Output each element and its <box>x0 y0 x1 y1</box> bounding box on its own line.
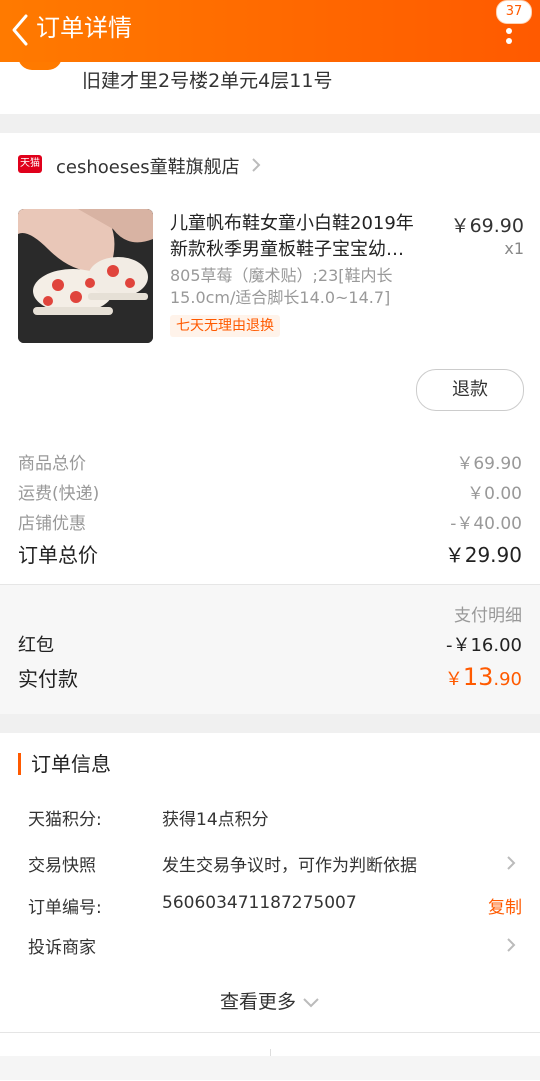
shop-name: ceshoeses童鞋旗舰店 <box>56 157 240 178</box>
product-price: ￥69.90 <box>450 215 524 237</box>
product-thumbnail[interactable] <box>18 209 153 343</box>
shop-card: 天猫 ceshoeses童鞋旗舰店 儿童帆布鞋女童小白鞋2019年 新款秋季男童… <box>0 133 540 714</box>
product-item[interactable]: 儿童帆布鞋女童小白鞋2019年 新款秋季男童板鞋子宝宝幼… ￥69.90 x1 … <box>0 207 540 357</box>
summary-row-goods: 商品总价 ￥69.90 <box>18 454 522 474</box>
product-image <box>18 209 153 343</box>
order-info-section: 订单信息 天猫积分: 获得14点积分 交易快照 发生交易争议时，可作为判断依据 … <box>0 733 540 1033</box>
actual-payment-amount: ￥13.90 <box>444 663 522 691</box>
points-row: 天猫积分: 获得14点积分 <box>28 810 269 830</box>
payment-box: 支付明细 红包 -￥16.00 实付款 ￥13.90 <box>0 584 540 714</box>
return-policy-tag: 七天无理由退换 <box>170 315 280 337</box>
summary-row-discount: 店铺优惠 -￥40.00 <box>18 514 522 534</box>
chevron-right-icon <box>507 856 516 870</box>
snapshot-row[interactable]: 交易快照 发生交易争议时，可作为判断依据 <box>28 851 522 877</box>
product-title: 儿童帆布鞋女童小白鞋2019年 新款秋季男童板鞋子宝宝幼… <box>170 213 414 260</box>
summary-row-shipping: 运费(快递) ￥0.00 <box>18 484 522 504</box>
complain-row[interactable]: 投诉商家 <box>28 933 522 959</box>
page-title: 订单详情 <box>36 14 132 42</box>
back-icon[interactable] <box>8 12 32 48</box>
chevron-right-icon <box>507 938 516 952</box>
product-quantity: x1 <box>504 239 524 258</box>
message-badge[interactable]: 37 <box>496 0 532 24</box>
system-nav-bar <box>0 1056 540 1080</box>
chevron-down-icon <box>303 997 319 1007</box>
copy-button[interactable]: 复制 <box>488 893 522 918</box>
address-section[interactable]: 旧建才里2号楼2单元4层11号 <box>0 56 540 114</box>
header-bar: 订单详情 37 <box>0 0 540 62</box>
shop-header[interactable]: 天猫 ceshoeses童鞋旗舰店 <box>0 133 540 193</box>
tmall-icon: 天猫 <box>18 155 42 173</box>
refund-button[interactable]: 退款 <box>416 369 524 411</box>
chevron-right-icon <box>252 158 261 172</box>
product-sku: 805草莓（魔术贴）;23[鞋内长 15.0cm/适合脚长14.0~14.7] <box>170 266 393 307</box>
view-more-button[interactable]: 查看更多 <box>0 987 540 1014</box>
address-text: 旧建才里2号楼2单元4层11号 <box>82 70 333 92</box>
order-total-row: 订单总价 ￥29.90 <box>18 543 522 567</box>
order-info-title: 订单信息 <box>18 753 111 775</box>
order-number-row: 订单编号: 560603471187275007 复制 <box>28 893 522 918</box>
payment-detail-link[interactable]: 支付明细 <box>454 601 522 626</box>
